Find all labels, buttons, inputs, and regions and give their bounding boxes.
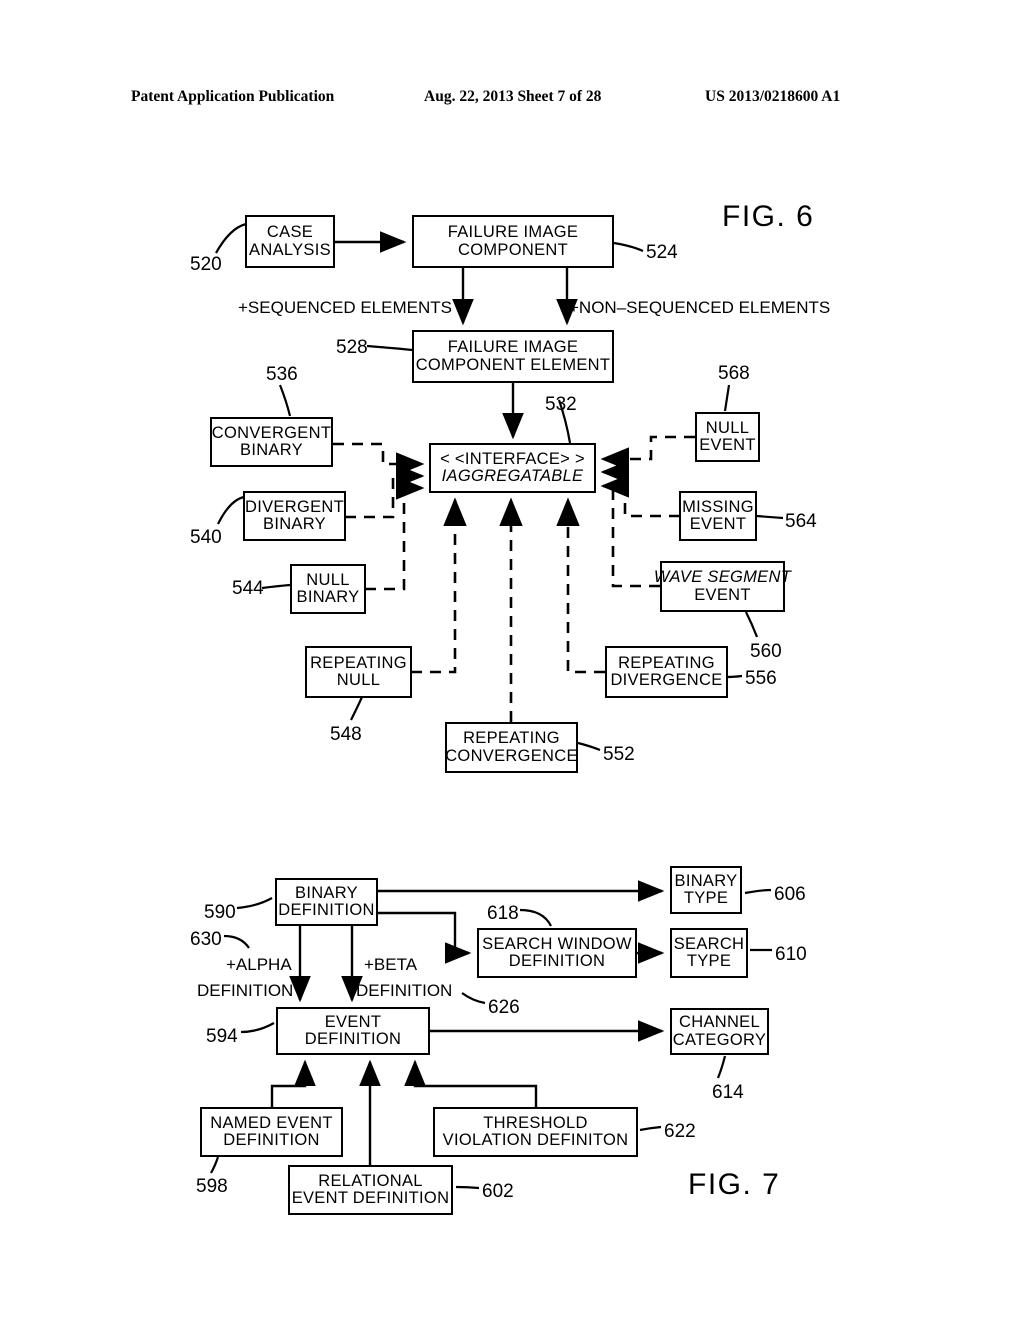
patent-sheet: Patent Application Publication Aug. 22, …	[0, 0, 1024, 1320]
reference-lead-lines	[210, 222, 784, 1190]
